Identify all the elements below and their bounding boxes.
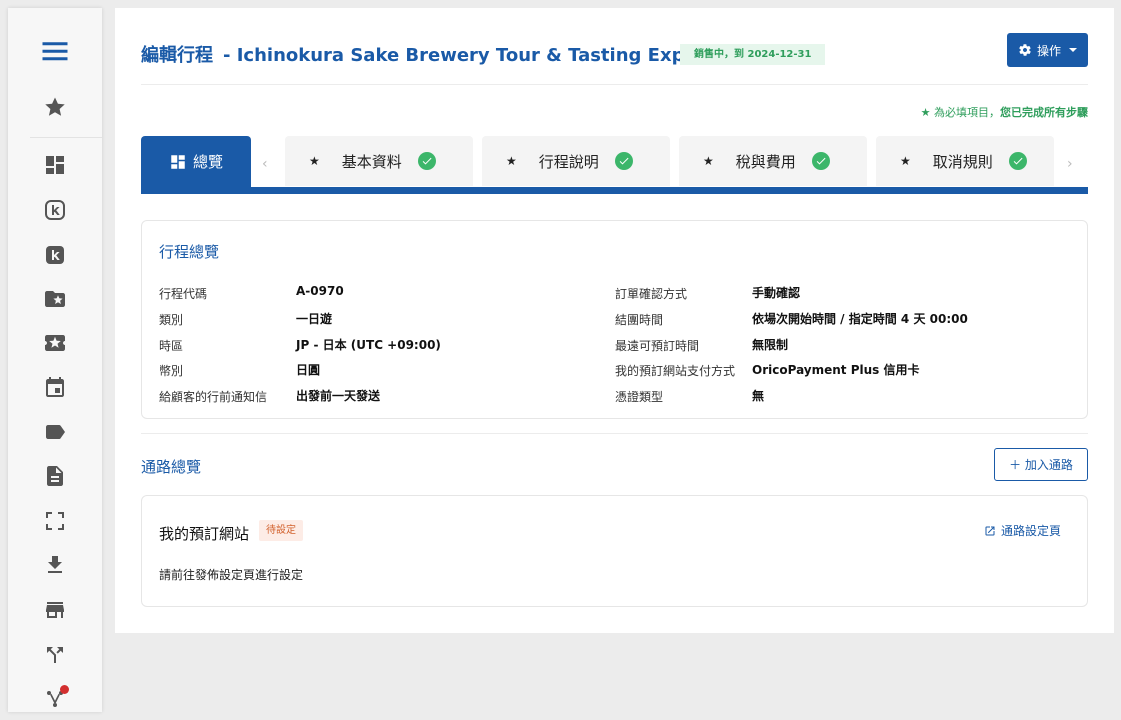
ticket-star-icon[interactable]	[8, 328, 102, 358]
field-value: 日圓	[296, 363, 321, 377]
tab-overview[interactable]: 總覽	[141, 136, 251, 187]
status-badge: 銷售中，到 2024-12-31	[680, 44, 826, 65]
fork-icon[interactable]	[8, 684, 102, 714]
title-prefix: 編輯行程	[141, 45, 213, 66]
field-label: 結團時間	[615, 313, 664, 327]
field-value: 手動確認	[752, 286, 801, 300]
field-value: OricoPayment Plus 信用卡	[752, 363, 920, 377]
channels-title: 通路總覽	[141, 458, 202, 476]
tab-cancellation[interactable]: ★ 取消規則	[876, 136, 1054, 186]
tab-tax-fees[interactable]: ★ 稅與費用	[679, 136, 867, 186]
channel-card: 我的預訂網站 待設定 通路設定頁 請前往發佈設定頁進行設定	[141, 495, 1088, 607]
field-label: 最遠可預訂時間	[615, 339, 700, 353]
check-circle-icon	[614, 152, 633, 170]
required-star-icon: ★	[309, 154, 320, 168]
channel-settings-link[interactable]: 通路設定頁	[984, 522, 1061, 539]
dashboard-icon	[171, 154, 185, 169]
external-link-icon	[985, 526, 995, 535]
field-label: 幣別	[159, 364, 184, 378]
required-star-icon: ★	[703, 154, 714, 168]
channel-hint: 請前往發佈設定頁進行設定	[159, 568, 304, 582]
menu-icon[interactable]	[8, 36, 102, 66]
pending-badge: 待設定	[259, 520, 303, 541]
required-star-icon: ★	[900, 154, 911, 168]
field-value: 無	[752, 389, 765, 403]
field-label: 訂單確認方式	[615, 287, 688, 301]
k-filled-icon[interactable]	[8, 240, 102, 270]
tab-tax-fees-label: 稅與費用	[735, 152, 796, 171]
actions-label: 操作	[1036, 43, 1061, 58]
page-title: 編輯行程 - Ichinokura Sake Brewery Tour & Tas…	[141, 41, 760, 67]
add-channel-button[interactable]: ＋ 加入通路	[994, 448, 1088, 481]
sidebar-divider	[30, 137, 102, 138]
check-circle-icon	[811, 152, 830, 170]
gear-icon	[1019, 44, 1031, 56]
overview-title: 行程總覽	[159, 243, 220, 261]
field-value: 無限制	[752, 338, 789, 352]
field-label: 時區	[159, 339, 184, 353]
field-label: 憑證類型	[615, 390, 664, 404]
main-panel: 編輯行程 - Ichinokura Sake Brewery Tour & Tas…	[115, 8, 1114, 633]
k-outline-icon[interactable]	[8, 195, 102, 225]
tab-cancellation-label: 取消規則	[932, 152, 993, 171]
field-label: 類別	[159, 313, 184, 327]
tab-overview-label: 總覽	[192, 153, 223, 171]
field-value: A-0970	[296, 284, 344, 298]
tab-underline	[141, 187, 1088, 194]
check-circle-icon	[1008, 152, 1027, 170]
label-icon[interactable]	[8, 417, 102, 447]
merge-icon[interactable]	[8, 640, 102, 670]
check-circle-icon	[417, 152, 436, 170]
tab-prev-arrow[interactable]: ‹	[262, 156, 268, 172]
caret-down-icon	[1069, 48, 1077, 52]
divider	[141, 433, 1088, 434]
field-value: 一日遊	[296, 312, 333, 326]
notification-dot	[60, 685, 69, 694]
divider	[141, 84, 1088, 85]
store-icon[interactable]	[8, 595, 102, 625]
tab-basic-info[interactable]: ★ 基本資料	[285, 136, 473, 186]
download-icon[interactable]	[8, 550, 102, 580]
tab-itinerary[interactable]: ★ 行程說明	[482, 136, 670, 186]
required-note-text: ★ 為必填項目，	[920, 106, 1000, 119]
tab-next-arrow[interactable]: ›	[1067, 156, 1073, 172]
field-label: 給顧客的行前通知信	[159, 390, 268, 404]
field-value: 出發前一天發送	[296, 389, 381, 403]
field-label: 行程代碼	[159, 287, 208, 301]
required-star-icon: ★	[506, 154, 517, 168]
actions-button[interactable]: 操作	[1007, 33, 1088, 67]
tab-itinerary-label: 行程說明	[538, 152, 599, 171]
folder-star-icon[interactable]	[8, 284, 102, 314]
star-icon[interactable]	[8, 92, 102, 122]
required-note: ★ 為必填項目，您已完成所有步驟	[921, 104, 1088, 120]
required-note-done: 您已完成所有步驟	[1000, 106, 1088, 119]
channel-settings-label: 通路設定頁	[1000, 524, 1061, 538]
field-value: 依場次開始時間 / 指定時間 4 天 00:00	[752, 312, 968, 326]
tab-basic-info-label: 基本資料	[341, 152, 402, 171]
field-value: JP - 日本 (UTC +09:00)	[296, 338, 441, 352]
calendar-icon[interactable]	[8, 372, 102, 402]
overview-card: 行程總覽 行程代碼 A-0970 類別 一日遊 時區 JP - 日本 (UTC …	[141, 220, 1088, 419]
document-icon[interactable]	[8, 461, 102, 491]
sidebar	[8, 8, 102, 712]
channel-name: 我的預訂網站	[159, 525, 250, 543]
fullscreen-icon[interactable]	[8, 506, 102, 536]
field-label: 我的預訂網站支付方式	[615, 364, 736, 378]
dashboard-icon[interactable]	[8, 150, 102, 180]
